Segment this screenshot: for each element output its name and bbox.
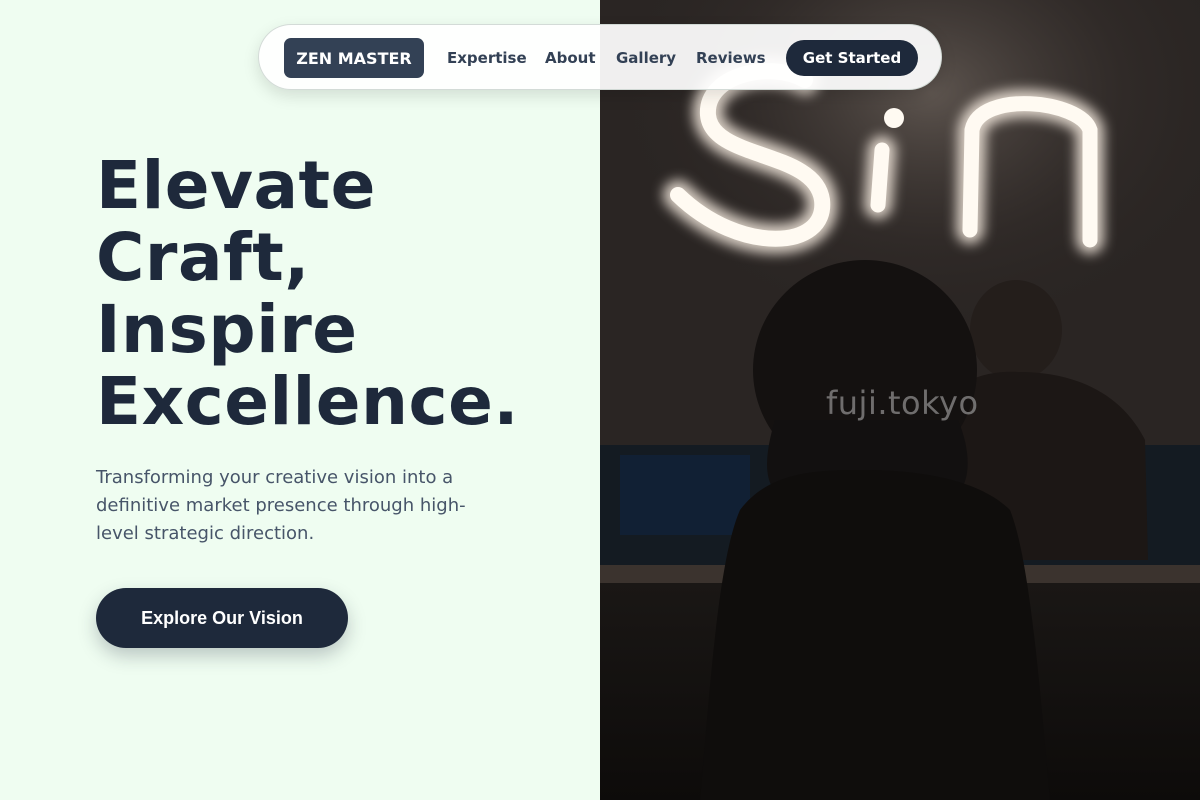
headline-line-2: Craft, <box>96 219 310 296</box>
nav-link-reviews[interactable]: Reviews <box>696 47 766 69</box>
nav-link-gallery[interactable]: Gallery <box>616 47 676 69</box>
get-started-button[interactable]: Get Started <box>786 40 918 76</box>
nav-link-expertise[interactable]: Expertise <box>447 47 527 69</box>
hero-headline: Elevate Craft, Inspire Excellence. <box>96 150 596 438</box>
hero-photo: fuji.tokyo <box>600 0 1200 800</box>
photo-watermark: fuji.tokyo <box>826 384 979 422</box>
brand-logo[interactable]: ZEN MASTER <box>284 38 424 78</box>
explore-vision-button[interactable]: Explore Our Vision <box>96 588 348 648</box>
hero-subtext: Transforming your creative vision into a… <box>96 467 466 544</box>
headline-line-3: Inspire <box>96 291 358 368</box>
hero-section: Elevate Craft, Inspire Excellence. Trans… <box>0 0 600 800</box>
headline-line-4: Excellence. <box>96 363 519 440</box>
nav-link-about[interactable]: About <box>545 47 596 69</box>
top-navigation: ZEN MASTER Expertise About Gallery Revie… <box>258 24 942 90</box>
landing-page: Elevate Craft, Inspire Excellence. Trans… <box>0 0 1200 800</box>
headline-line-1: Elevate <box>96 147 376 224</box>
